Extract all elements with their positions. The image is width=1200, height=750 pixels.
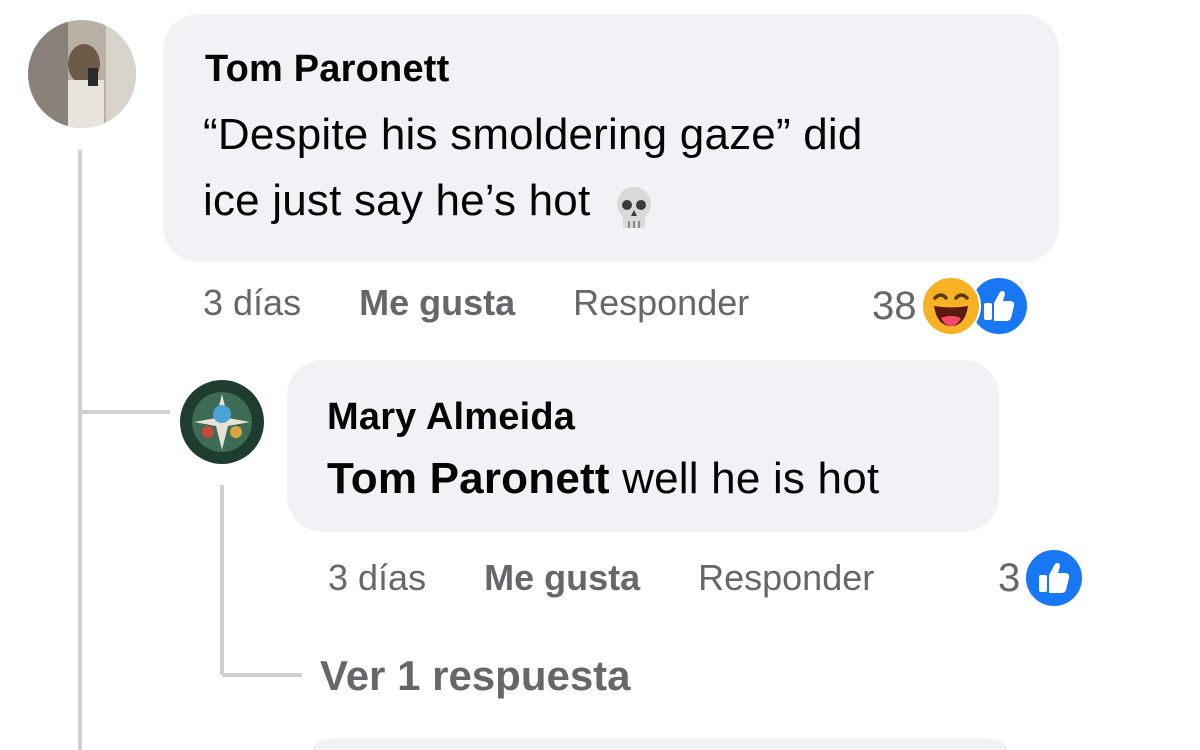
reply-like-button[interactable]: Me gusta (484, 557, 640, 599)
reply-text: well he is hot (622, 454, 880, 503)
reply-mention-link[interactable]: Tom Paronett (327, 454, 610, 503)
comment-reactions[interactable]: 38 (872, 276, 1029, 336)
comment-bubble: Tom Paronett “Despite his smoldering gaz… (163, 14, 1059, 262)
reply-text-row: Tom Paronett well he is hot (327, 446, 879, 512)
reply-actions: 3 días Me gusta Responder (328, 557, 874, 599)
thread-connector-reply (82, 410, 170, 414)
comment-author[interactable]: Tom Paronett (205, 48, 449, 91)
avatar-tom-paronett[interactable] (28, 20, 136, 128)
comment-text-line2-row: ice just say he’s hot (203, 168, 654, 234)
thread-line-reply (220, 485, 224, 675)
see-replies-link[interactable]: Ver 1 respuesta (320, 652, 631, 700)
comment-reply-button[interactable]: Responder (573, 282, 749, 324)
comment-timestamp[interactable]: 3 días (203, 282, 301, 324)
reply-reaction-count: 3 (998, 555, 1021, 600)
avatar-mary-almeida[interactable] (180, 380, 264, 464)
comment-like-button[interactable]: Me gusta (359, 282, 515, 324)
comment-text-line2: ice just say he’s hot (203, 176, 591, 225)
reply-bubble: Mary Almeida Tom Paronett well he is hot (287, 360, 999, 532)
reply-reply-button[interactable]: Responder (698, 557, 874, 599)
next-comment-bubble-edge (310, 738, 1010, 750)
comment-text-line1: “Despite his smoldering gaze” did (203, 110, 863, 159)
reply-reactions[interactable]: 3 (998, 548, 1085, 608)
laughing-emoji-icon (920, 276, 981, 336)
skull-emoji-icon (614, 186, 654, 232)
reply-author[interactable]: Mary Almeida (327, 396, 575, 439)
reply-timestamp[interactable]: 3 días (328, 557, 426, 599)
thread-connector-see-replies (222, 673, 302, 677)
thread-line-main (78, 150, 82, 750)
comment-actions: 3 días Me gusta Responder (203, 282, 749, 324)
like-thumbs-up-icon (1024, 548, 1085, 608)
comment-reaction-count: 38 (872, 283, 917, 328)
